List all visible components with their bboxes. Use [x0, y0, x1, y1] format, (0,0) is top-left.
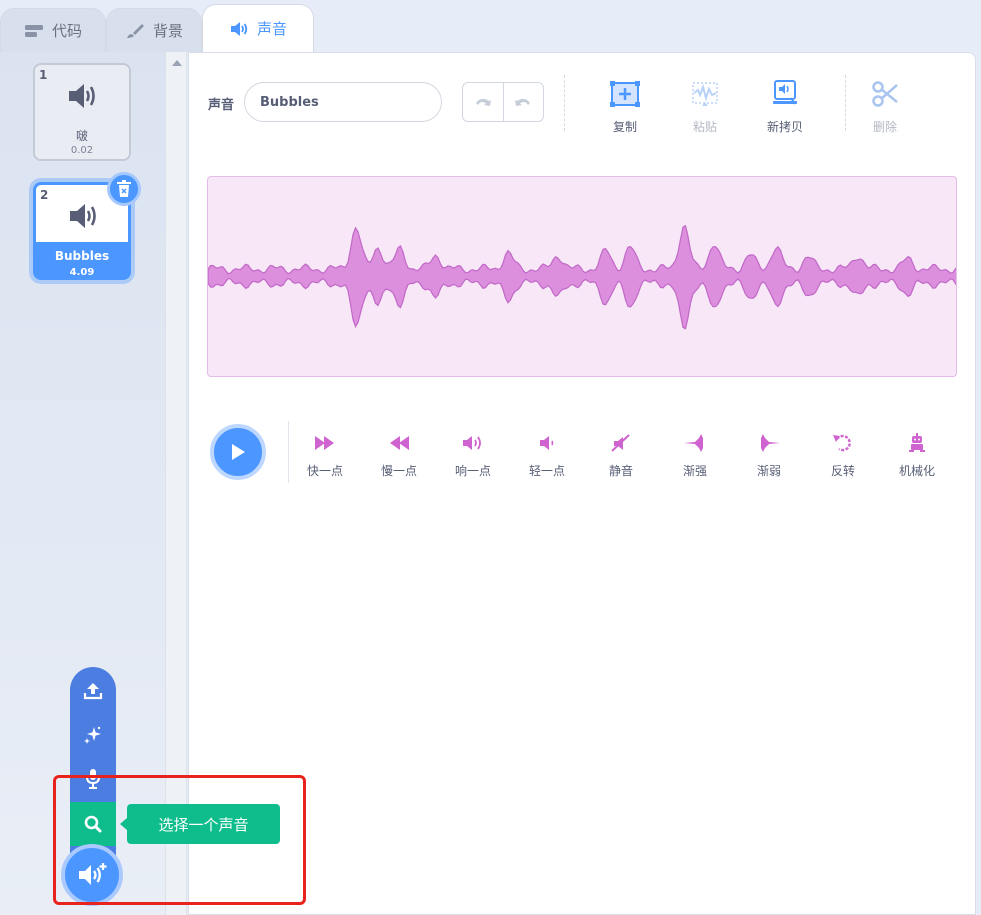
sound-item-duration: 0.02	[70, 145, 94, 156]
copy-icon	[610, 81, 640, 107]
tab-backdrop-label: 背景	[152, 22, 183, 40]
effect-label: 反转	[830, 464, 855, 478]
effect-mute-button[interactable]: 静音	[593, 433, 649, 479]
code-icon	[24, 24, 43, 37]
effect-faster-button[interactable]: 快一点	[297, 433, 353, 479]
tab-code-label: 代码	[51, 22, 82, 40]
sound-item-number: 1	[39, 68, 48, 82]
paste-label: 粘贴	[692, 120, 717, 134]
trash-icon	[117, 180, 131, 197]
waveform-canvas[interactable]	[207, 176, 957, 377]
speaker-icon	[69, 84, 95, 108]
effect-label: 响一点	[454, 464, 491, 478]
effect-label: 慢一点	[380, 464, 417, 478]
delete-label: 删除	[872, 120, 897, 134]
scissors-icon	[872, 81, 898, 107]
paste-button[interactable]: 粘贴	[675, 80, 735, 135]
new-copy-button[interactable]: 新拷贝	[755, 80, 815, 135]
effect-label: 轻一点	[528, 464, 565, 478]
delete-sound-button[interactable]	[107, 172, 141, 206]
upload-sound-button[interactable]	[70, 669, 116, 713]
undo-redo-group	[462, 82, 544, 122]
effect-louder-button[interactable]: 响一点	[445, 433, 501, 479]
effect-fade-out-button[interactable]: 渐弱	[741, 433, 797, 479]
speaker-icon	[70, 204, 96, 228]
sound-name-label: 声音	[208, 98, 235, 113]
fade-out-icon	[761, 434, 780, 452]
new-copy-label: 新拷贝	[766, 120, 803, 134]
delete-button[interactable]: 删除	[855, 80, 915, 135]
fast-forward-icon	[315, 436, 334, 450]
surprise-button[interactable]	[70, 713, 116, 757]
sound-item-name: 啵	[75, 129, 88, 143]
scroll-up-arrow-icon[interactable]	[172, 60, 182, 66]
highlight-box	[53, 775, 306, 905]
sound-editor: 声音 复制 粘贴 新拷贝 删除 快一点	[188, 52, 976, 915]
sound-item-1[interactable]: 1 啵 0.02	[33, 63, 131, 161]
brush-icon	[126, 23, 144, 38]
tab-backdrop[interactable]: 背景	[106, 8, 202, 52]
effect-robot-button[interactable]: 机械化	[889, 433, 945, 479]
effect-label: 快一点	[306, 464, 343, 478]
mute-icon	[611, 434, 630, 452]
sound-name-input[interactable]	[244, 82, 442, 122]
robot-icon	[909, 433, 925, 452]
copy-button[interactable]: 复制	[595, 80, 655, 135]
copy-label: 复制	[612, 120, 637, 134]
paste-icon	[692, 82, 718, 106]
rewind-icon	[390, 436, 409, 450]
tab-sounds[interactable]: 声音	[202, 4, 314, 52]
tab-sounds-label: 声音	[256, 20, 287, 38]
sound-item-duration: 4.09	[69, 267, 95, 278]
play-button[interactable]	[210, 424, 266, 480]
surprise-icon	[84, 726, 101, 744]
undo-icon	[475, 98, 491, 106]
effect-fade-in-button[interactable]: 渐强	[667, 433, 723, 479]
fade-in-icon	[684, 434, 703, 452]
tab-code[interactable]: 代码	[0, 8, 106, 52]
effect-label: 机械化	[898, 464, 935, 478]
volume-down-icon	[540, 436, 554, 450]
effect-softer-button[interactable]: 轻一点	[519, 433, 575, 479]
sound-icon	[230, 21, 248, 36]
waveform	[208, 224, 956, 330]
volume-up-icon	[463, 436, 481, 450]
sound-item-name: Bubbles	[54, 249, 110, 263]
effect-slower-button[interactable]: 慢一点	[371, 433, 427, 479]
undo-button[interactable]	[463, 83, 503, 121]
effect-label: 静音	[608, 464, 633, 478]
effect-reverse-button[interactable]: 反转	[815, 433, 871, 479]
redo-icon	[515, 98, 531, 106]
upload-icon	[83, 683, 103, 700]
reverse-icon	[833, 434, 851, 452]
effect-label: 渐弱	[756, 464, 781, 478]
play-icon	[232, 444, 245, 460]
sound-item-number: 2	[40, 188, 49, 202]
effect-label: 渐强	[682, 464, 707, 478]
new-copy-icon	[773, 80, 797, 105]
redo-button[interactable]	[502, 83, 544, 121]
